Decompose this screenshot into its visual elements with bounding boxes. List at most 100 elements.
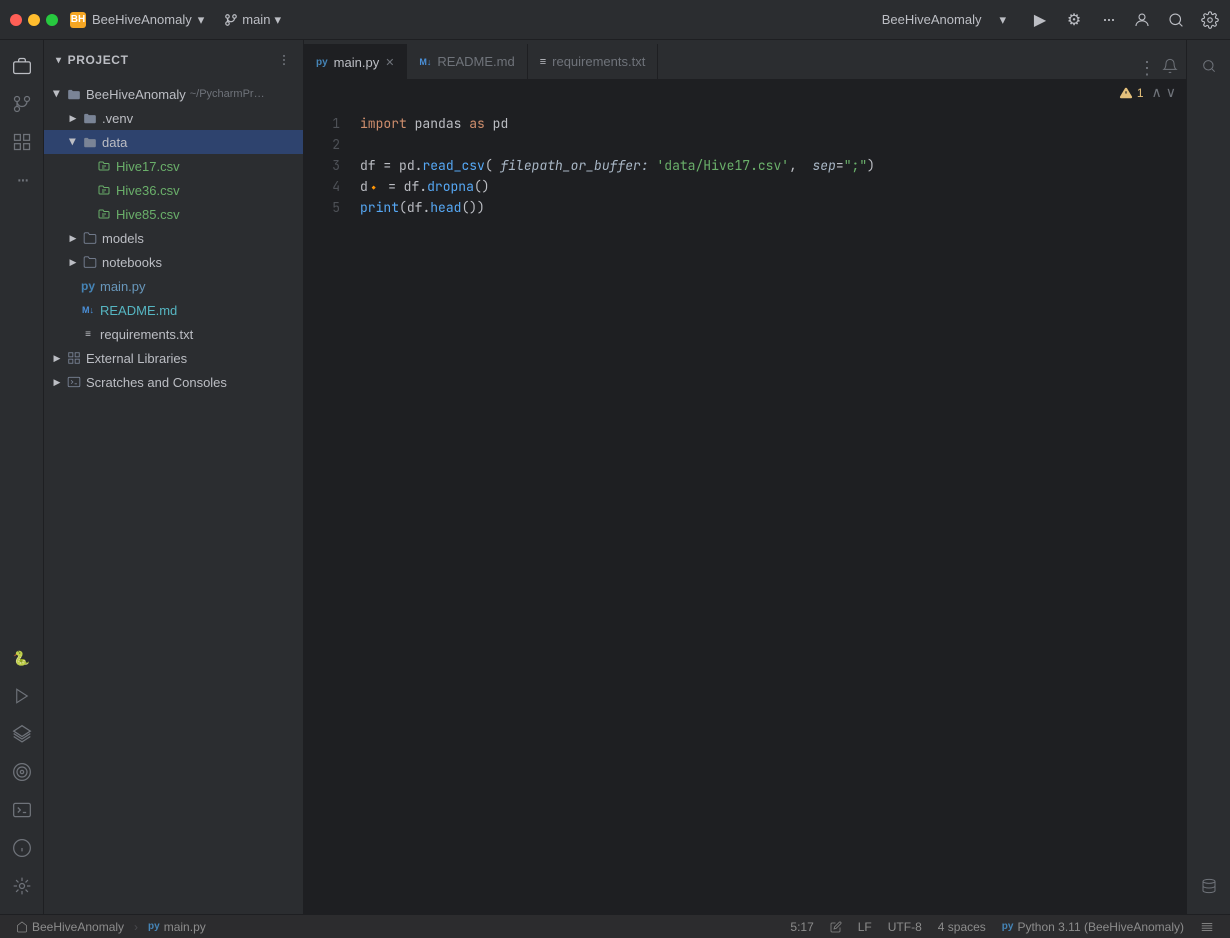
activity-target[interactable] [4,754,40,790]
df-var: df [360,156,383,177]
more-options-button[interactable]: ··· [1098,10,1118,30]
sidebar-item-hive17[interactable]: Hive17.csv [44,154,303,178]
tab-readme-icon: M↓ [419,57,431,67]
tab-readme-label: README.md [437,54,514,69]
status-indent-icon-item[interactable] [1192,920,1222,934]
titlebar: BH BeeHiveAnomaly ▾ main ▾ BeeHiveAnomal… [0,0,1230,40]
root-path: ~/PycharmPr… [190,88,265,100]
py-mainpy-icon: py [80,278,96,294]
line-num-5: 5 [304,198,340,219]
arrow-notebooks: ▶ [66,255,80,269]
nav-arrows: ∧ ∨ [1152,84,1177,101]
activity-layers[interactable] [4,716,40,752]
activity-terminal[interactable] [4,792,40,828]
sidebar-item-notebooks[interactable]: ▶ notebooks [44,250,303,274]
activity-git-bottom[interactable] [4,868,40,904]
folder-models-icon [82,230,98,246]
titlebar-branch[interactable]: main ▾ [224,12,281,28]
activity-python[interactable]: 🐍 [4,640,40,676]
branch-name: main [242,12,270,27]
readme-name: README.md [100,303,177,318]
sidebar-item-venv[interactable]: ▶ .venv [44,106,303,130]
sidebar-item-models[interactable]: ▶ models [44,226,303,250]
activity-structure[interactable] [4,124,40,160]
tab-requirements-txt[interactable]: ≡ requirements.txt [528,44,659,79]
maximize-button[interactable] [46,14,58,26]
status-line-ending[interactable]: LF [850,920,880,934]
titlebar-project[interactable]: BH BeeHiveAnomaly ▾ [70,12,204,28]
status-project-item[interactable]: BeeHiveAnomaly [8,920,132,934]
status-right: 5:17 LF UTF-8 4 spaces py Python 3.11 (B… [782,920,1222,934]
root-name: BeeHiveAnomaly [86,87,186,102]
activity-run[interactable] [4,678,40,714]
scratches-icon [66,374,82,390]
tab-options-button[interactable]: ⋮ [1138,58,1156,79]
activity-info[interactable] [4,830,40,866]
folder-venv-icon [82,110,98,126]
status-file-item[interactable]: py main.py [140,920,214,934]
hive36-name: Hive36.csv [116,183,180,198]
activity-folder[interactable] [4,48,40,84]
arrow-models: ▶ [66,231,80,245]
nav-down-button[interactable]: ∨ [1166,84,1176,101]
sidebar-item-data[interactable]: ▶ data [44,130,303,154]
debug-button[interactable]: ⚙ [1064,10,1084,30]
eq-sign: = [383,156,399,177]
kw-pd: pd [493,114,509,135]
sidebar-item-hive36[interactable]: Hive36.csv [44,178,303,202]
sidebar-item-hive85[interactable]: Hive85.csv [44,202,303,226]
status-edit-icon-item[interactable] [822,921,850,933]
sidebar-title: Project [68,53,129,67]
data-name: data [102,135,127,150]
status-python[interactable]: py Python 3.11 (BeeHiveAnomaly) [994,920,1192,934]
arrow-extlibs: ▶ [50,351,64,365]
settings-button[interactable] [1200,10,1220,30]
warning-badge[interactable]: 1 [1119,86,1144,100]
sidebar-item-extlibs[interactable]: ▶ External Libraries [44,346,303,370]
tab-requirements-label: requirements.txt [552,54,645,69]
tab-requirements-icon: ≡ [540,56,546,68]
tab-main-py-icon: py [316,57,328,68]
extlibs-icon [66,350,82,366]
csv-hive36-icon [96,182,112,198]
sidebar-item-root[interactable]: ▶ BeeHiveAnomaly ~/PycharmPr… [44,82,303,106]
tab-readme-md[interactable]: M↓ README.md [407,44,527,79]
hive17-name: Hive17.csv [116,159,180,174]
mainpy-name: main.py [100,279,146,294]
minimize-button[interactable] [28,14,40,26]
tab-main-py-close[interactable]: ✕ [385,56,394,69]
folder-notebooks-icon [82,254,98,270]
sidebar-item-scratches[interactable]: ▶ Scratches and Consoles [44,370,303,394]
warning-count: 1 [1137,86,1144,100]
arrow-venv: ▶ [66,111,80,125]
activity-more[interactable]: ··· [4,162,40,198]
kw-as: as [469,114,485,135]
search-button[interactable] [1166,10,1186,30]
status-cursor[interactable]: 5:17 [782,920,821,934]
tab-bar: py main.py ✕ M↓ README.md ≡ requirements… [304,40,1186,80]
activity-git[interactable] [4,86,40,122]
nav-up-button[interactable]: ∧ [1152,84,1162,101]
sidebar-options-icon[interactable] [277,53,291,67]
status-edit-icon [830,921,842,933]
status-indent[interactable]: 4 spaces [930,920,994,934]
code-line-1: import pandas as pd [360,114,1186,135]
tab-notification-button[interactable] [1162,58,1178,79]
arrow-scratches: ▶ [50,375,64,389]
sidebar-item-mainpy[interactable]: py main.py [44,274,303,298]
right-bar-db[interactable] [1191,868,1227,904]
sidebar-header[interactable]: ▾ Project [44,40,303,80]
line-num-2: 2 [304,135,340,156]
venv-name: .venv [102,111,133,126]
sidebar-tree: ▶ BeeHiveAnomaly ~/PycharmPr… ▶ .venv ▶ [44,80,303,914]
status-indent-value: 4 spaces [938,920,986,934]
sidebar-item-requirements[interactable]: ≡ requirements.txt [44,322,303,346]
tab-main-py[interactable]: py main.py ✕ [304,44,407,79]
status-encoding[interactable]: UTF-8 [880,920,930,934]
right-bar-top[interactable] [1191,48,1227,84]
sidebar-item-readme[interactable]: M↓ README.md [44,298,303,322]
code-area[interactable]: import pandas as pd df = pd . read_c [352,106,1186,914]
account-button[interactable] [1132,10,1152,30]
close-button[interactable] [10,14,22,26]
run-button[interactable]: ▶ [1030,10,1050,30]
